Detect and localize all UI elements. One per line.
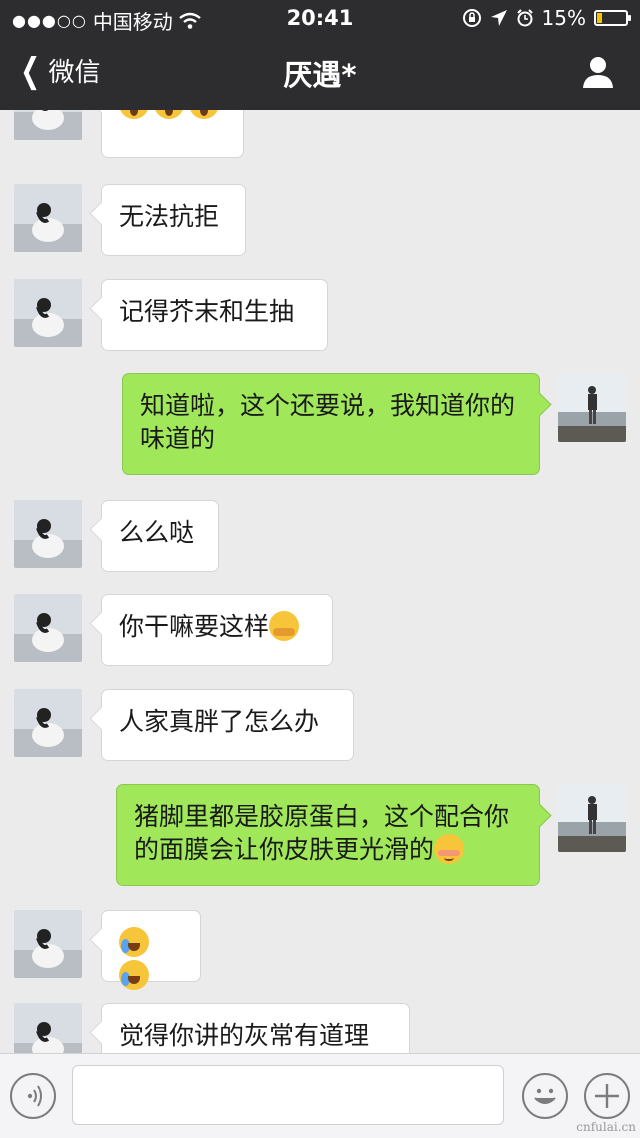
contact-avatar[interactable] <box>14 910 82 978</box>
navigation-bar: ❮ 微信 厌遇* <box>0 40 640 106</box>
incoming-message-bubble[interactable] <box>101 110 244 158</box>
voice-input-button[interactable] <box>10 1073 56 1119</box>
status-bar: ●●●○○ 中国移动 20:41 15% <box>0 0 640 36</box>
contact-avatar[interactable] <box>14 279 82 347</box>
voice-icon <box>27 1085 42 1107</box>
incoming-message-bubble[interactable]: 么么哒 <box>101 500 219 572</box>
message-row: 么么哒 <box>0 500 640 572</box>
laugh-cry-emoji <box>119 960 149 990</box>
message-row: 猪脚里都是胶原蛋白，这个配合你的面膜会让你皮肤更光滑的 <box>0 784 640 886</box>
contact-avatar[interactable] <box>14 500 82 568</box>
contact-avatar[interactable] <box>14 689 82 757</box>
chat-message-list[interactable]: 无法抗拒记得芥末和生抽知道啦，这个还要说，我知道你的味道的么么哒你干嘛要这样人家… <box>0 110 640 1053</box>
scream-emoji <box>119 110 149 119</box>
message-text: 觉得你讲的灰常有道理 <box>119 1021 370 1050</box>
message-row: 记得芥末和生抽 <box>0 279 640 351</box>
message-row: 你干嘛要这样 <box>0 594 640 666</box>
contact-avatar[interactable] <box>14 594 82 662</box>
watermark: cnfulai.cn <box>576 1120 636 1134</box>
message-row: 无法抗拒 <box>0 184 640 256</box>
my-avatar[interactable] <box>558 784 626 852</box>
input-bar: cnfulai.cn <box>0 1053 640 1138</box>
emoji-button[interactable] <box>522 1073 568 1119</box>
contact-avatar[interactable] <box>14 110 82 140</box>
incoming-message-bubble[interactable]: 觉得你讲的灰常有道理 <box>101 1003 410 1053</box>
my-avatar[interactable] <box>558 374 626 442</box>
outgoing-message-bubble[interactable]: 知道啦，这个还要说，我知道你的味道的 <box>122 373 540 475</box>
incoming-message-bubble[interactable] <box>101 910 201 990</box>
lock-rotation-icon <box>462 9 481 27</box>
incoming-message-bubble[interactable]: 人家真胖了怎么办 <box>101 689 354 761</box>
outgoing-message-bubble[interactable]: 猪脚里都是胶原蛋白，这个配合你的面膜会让你皮肤更光滑的 <box>116 784 540 886</box>
alarm-icon <box>516 9 533 27</box>
plus-icon <box>595 1084 619 1108</box>
scream-emoji <box>189 110 219 119</box>
battery-icon <box>594 10 631 26</box>
emoji-face-icon <box>534 1088 556 1104</box>
contact-profile-icon[interactable] <box>582 55 614 89</box>
message-text: 知道啦，这个还要说，我知道你的味道的 <box>140 391 516 453</box>
title-bar: ●●●○○ 中国移动 20:41 15% ❮ 微信 厌遇* <box>0 0 640 110</box>
message-row: 知道啦，这个还要说，我知道你的味道的 <box>0 373 640 475</box>
battery-level <box>597 13 602 23</box>
contact-avatar[interactable] <box>14 184 82 252</box>
contact-avatar[interactable] <box>14 1003 82 1053</box>
message-row: 觉得你讲的灰常有道理 <box>0 1003 640 1053</box>
message-row: 人家真胖了怎么办 <box>0 689 640 761</box>
message-text: 你干嘛要这样 <box>119 612 270 641</box>
message-text: 记得芥末和生抽 <box>119 297 295 326</box>
scream-emoji <box>154 110 184 119</box>
message-row <box>0 110 640 158</box>
battery-percent: 15% <box>541 6 586 30</box>
incoming-message-bubble[interactable]: 记得芥末和生抽 <box>101 279 328 351</box>
laugh-cry-emoji <box>119 927 149 957</box>
incoming-message-bubble[interactable]: 无法抗拒 <box>101 184 246 256</box>
chat-title: 厌遇* <box>283 58 357 92</box>
message-text: 人家真胖了怎么办 <box>119 707 320 736</box>
more-functions-button[interactable] <box>584 1073 630 1119</box>
incoming-message-bubble[interactable]: 你干嘛要这样 <box>101 594 333 666</box>
message-input[interactable] <box>72 1065 504 1125</box>
hug-emoji <box>269 611 300 641</box>
message-text: 无法抗拒 <box>119 202 220 231</box>
location-arrow-icon <box>490 10 507 26</box>
message-row <box>0 910 640 990</box>
blush-emoji <box>434 834 465 864</box>
message-text: 么么哒 <box>119 518 195 547</box>
